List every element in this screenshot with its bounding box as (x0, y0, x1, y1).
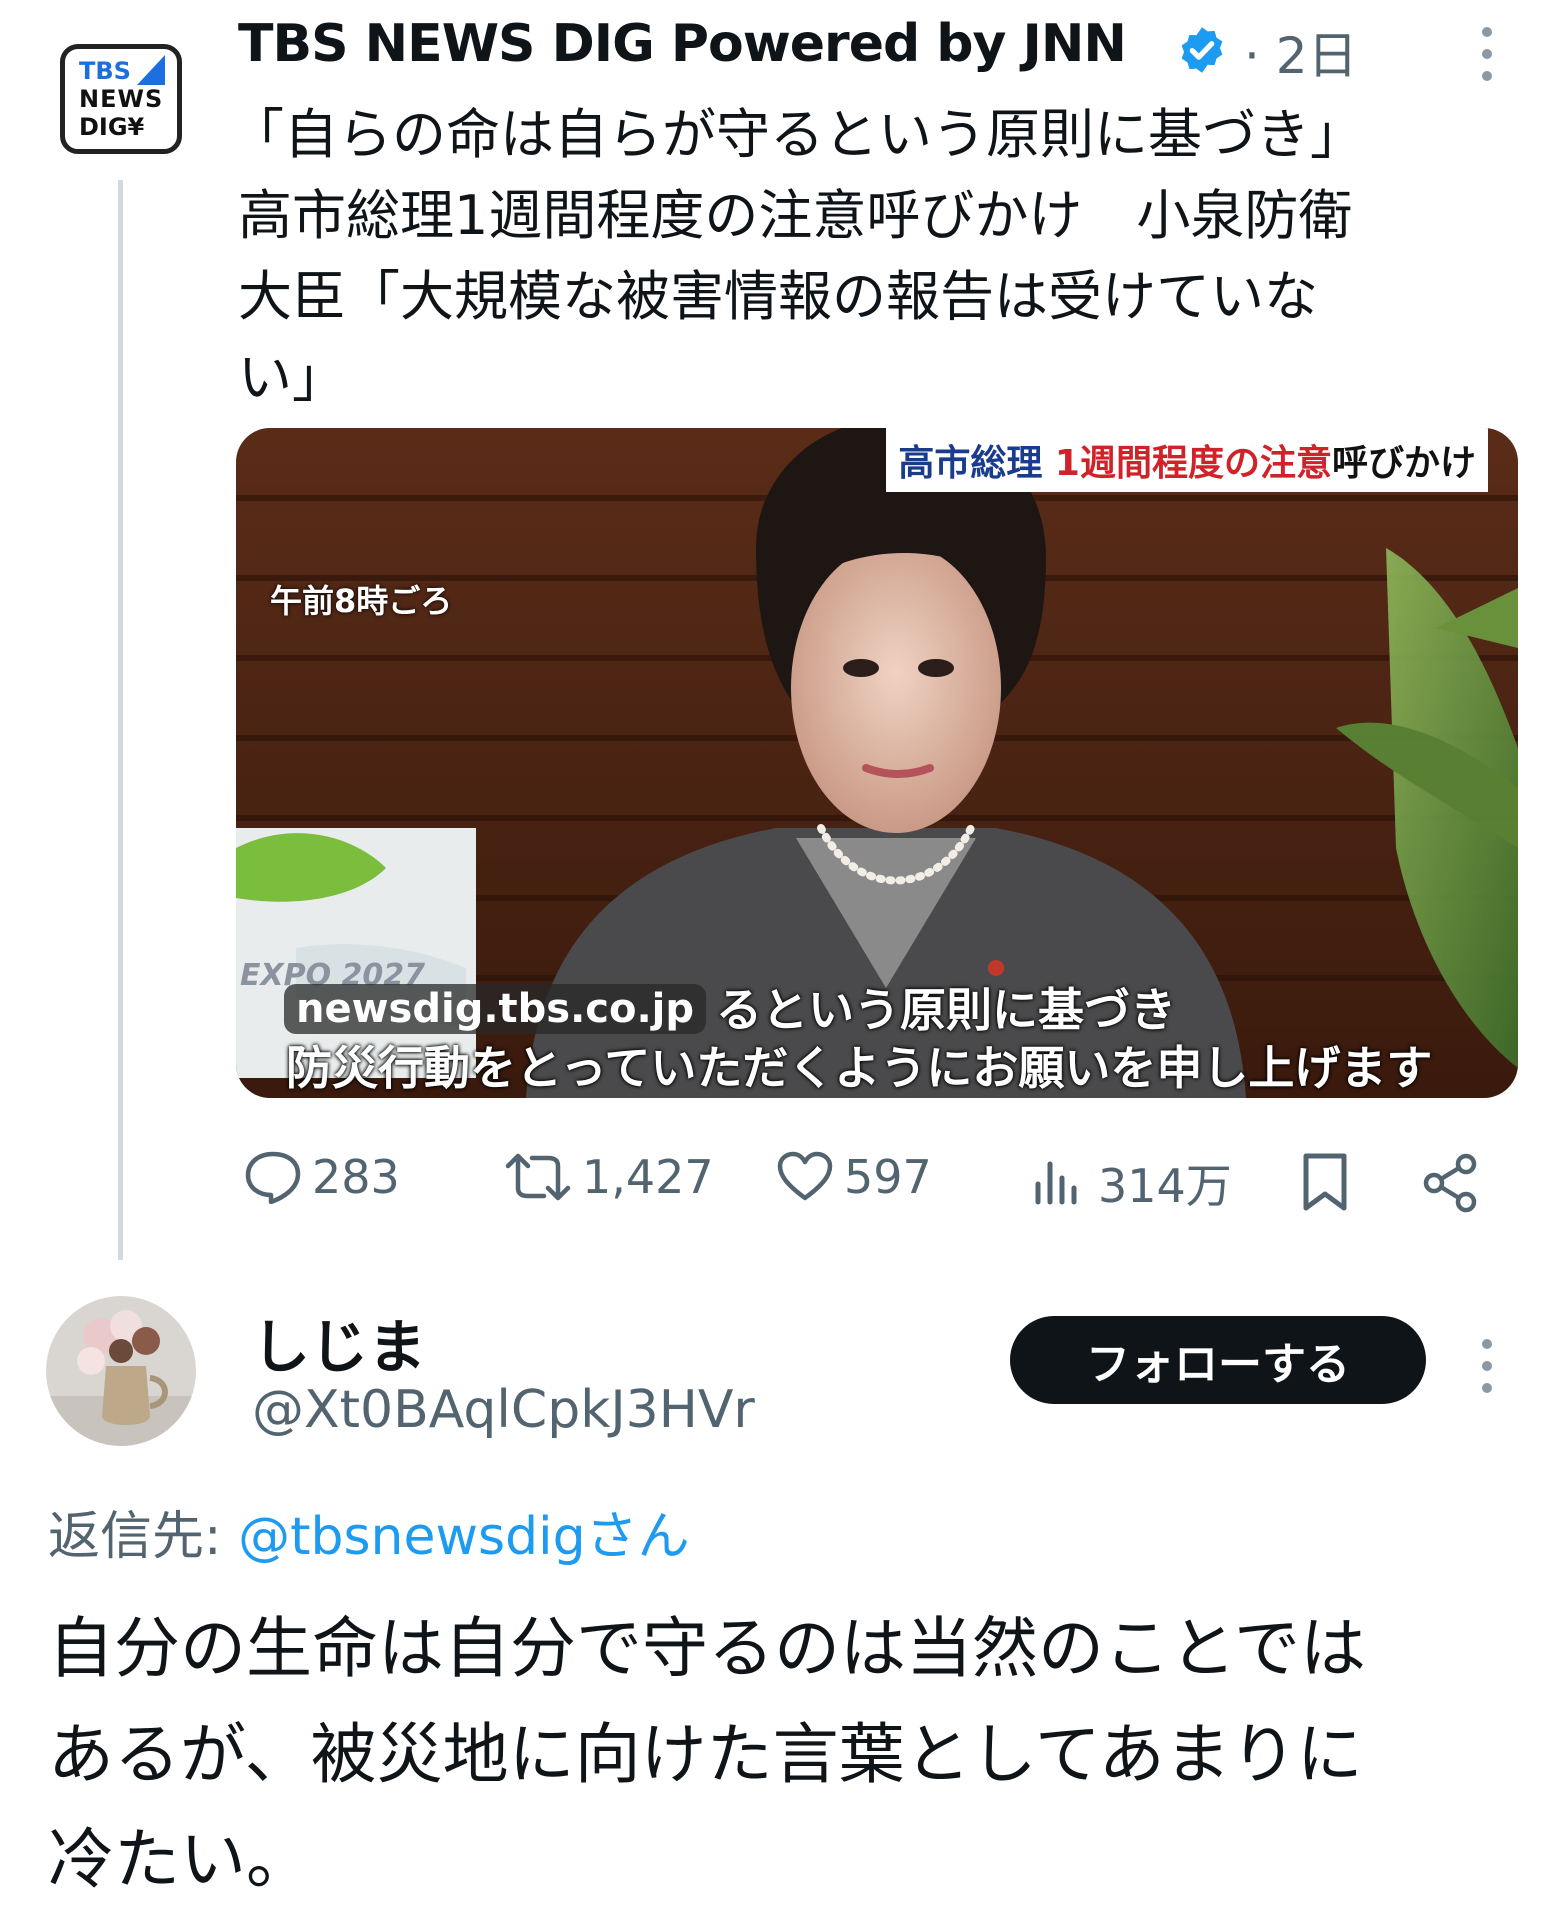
headline-tag-part-3: 呼びかけ (1331, 443, 1476, 484)
replying-to-mention-link[interactable]: @tbsnewsdigさん (238, 1507, 690, 1567)
reply-icon (245, 1151, 301, 1204)
tbs-avatar[interactable]: TBS NEWS DIG¥ (60, 44, 182, 154)
thread-connector-line (118, 180, 123, 1260)
post-text-line-4: い」 (238, 346, 346, 409)
like-count: 597 (844, 1150, 932, 1204)
logo-text-2: NEWS (79, 85, 164, 113)
reply-text-line-3: 冷たい。 (48, 1821, 312, 1899)
post-author-name[interactable]: TBS NEWS DIG Powered by JNN (238, 14, 1127, 74)
link-domain-chip[interactable]: newsdig.tbs.co.jp (284, 984, 707, 1034)
post-text-line-1: 「自らの命は自らが守るという原則に基づき」 (230, 103, 1364, 166)
post-video-thumbnail[interactable]: 高市総理 1週間程度の注意呼びかけ 午前8時ごろ EXPO 2027 newsd… (236, 428, 1518, 1098)
replying-to-label: 返信先: (48, 1507, 239, 1567)
repost-icon (505, 1153, 571, 1201)
post-text: 「自らの命は自らが守るという原則に基づき」 高市総理1週間程度の注意呼びかけ 小… (230, 94, 1538, 418)
reply-text-line-1: 自分の生命は自分で守るのは当然のことでは (48, 1610, 1367, 1687)
share-icon[interactable] (1420, 1152, 1482, 1214)
verified-badge-icon (1181, 27, 1223, 73)
flower-vase-avatar-image (46, 1296, 196, 1446)
reply-count: 283 (312, 1150, 400, 1204)
reply-action[interactable]: 283 (244, 1150, 400, 1204)
headline-tag-part-1: 高市総理 (898, 443, 1055, 484)
views-action[interactable]: 314万 (1030, 1150, 1232, 1216)
headline-tag-part-2: 1週間程度の注意 (1054, 443, 1332, 484)
news-headline-tag: 高市総理 1週間程度の注意呼びかけ (886, 428, 1488, 492)
logo-text-3: DIG¥ (79, 113, 145, 141)
views-chart-icon (1035, 1161, 1077, 1205)
post-date[interactable]: · 2日 (1244, 16, 1358, 88)
replying-to: 返信先: @tbsnewsdigさん (48, 1494, 690, 1569)
video-subtitle-1: るという原則に基づき (716, 983, 1176, 1037)
reply-text: 自分の生命は自分で守るのは当然のことでは あるが、被災地に向けた言葉としてあまり… (48, 1596, 1538, 1913)
logo-text-1: TBS (79, 57, 131, 85)
follow-button[interactable]: フォローする (1010, 1316, 1426, 1404)
video-subtitle-2: 防災行動をとっていただくようにお願いを申し上げます (286, 1041, 1433, 1095)
post-text-line-2: 高市総理1週間程度の注意呼びかけ 小泉防衛 (238, 184, 1353, 247)
like-action[interactable]: 597 (776, 1150, 932, 1204)
reply-user-name[interactable]: しじま (252, 1300, 426, 1384)
more-options-icon[interactable] (1480, 24, 1494, 84)
repost-count: 1,427 (582, 1150, 714, 1204)
repost-action[interactable]: 1,427 (504, 1150, 714, 1204)
reply-user-handle[interactable]: @Xt0BAqlCpkJ3HVr (252, 1380, 755, 1440)
post-text-line-3: 大臣「大規模な被害情報の報告は受けていな (238, 265, 1318, 328)
views-count: 314万 (1098, 1159, 1232, 1213)
reply-text-line-2: あるが、被災地に向けた言葉としてあまりに (48, 1715, 1363, 1793)
reply-user-avatar[interactable] (46, 1296, 196, 1446)
heart-icon (777, 1151, 833, 1201)
logo-triangle (137, 55, 165, 85)
time-caption: 午前8時ごろ (270, 582, 453, 620)
bookmark-icon[interactable] (1298, 1152, 1352, 1214)
reply-more-options-icon[interactable] (1480, 1336, 1494, 1396)
